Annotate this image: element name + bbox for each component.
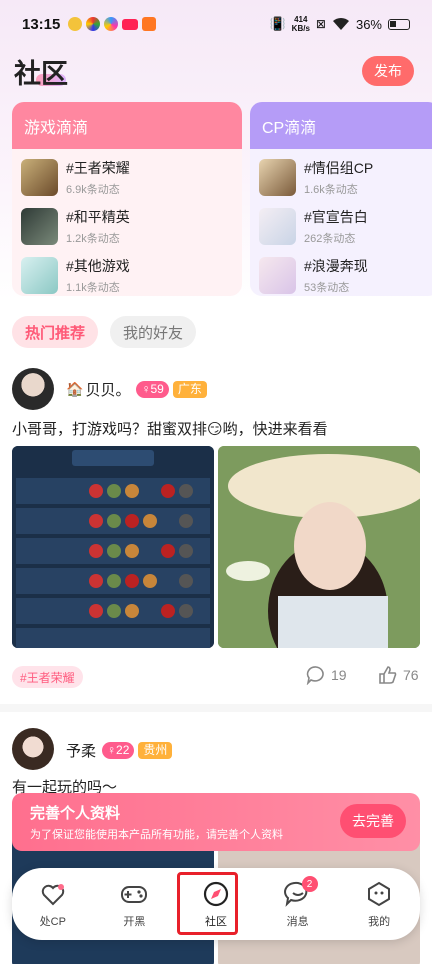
nav-item-team[interactable]: 开黑 bbox=[94, 868, 176, 940]
game-card-title[interactable]: 游戏滴滴 bbox=[12, 102, 242, 149]
level-badge: ♀59 bbox=[136, 381, 169, 398]
wifi-icon bbox=[332, 17, 349, 30]
topic-item[interactable]: #官宣告白 262条动态 bbox=[250, 202, 432, 251]
topic-thumbnail bbox=[259, 159, 296, 196]
game-stats-graphic bbox=[12, 446, 214, 648]
gamepad-icon bbox=[121, 886, 148, 903]
banner-title: 完善个人资料 bbox=[30, 805, 121, 822]
username[interactable]: 予柔 bbox=[66, 740, 96, 761]
avatar[interactable] bbox=[12, 728, 54, 770]
topic-item[interactable]: #王者荣耀 6.9k条动态 bbox=[12, 153, 242, 202]
post-image-game-stats[interactable] bbox=[12, 446, 214, 648]
post-divider bbox=[0, 704, 432, 712]
nav-item-messages[interactable]: 2 消息 bbox=[257, 868, 339, 940]
topic-count: 1.1k条动态 bbox=[66, 282, 120, 294]
app-notification-icon-3 bbox=[122, 18, 139, 30]
post-image-photo[interactable] bbox=[218, 446, 420, 648]
page-title: 社区 bbox=[14, 59, 68, 89]
topic-item[interactable]: #浪漫奔现 53条动态 bbox=[250, 251, 432, 296]
publish-button[interactable]: 发布 bbox=[362, 56, 414, 86]
sim-icon: ⊠ bbox=[315, 17, 326, 31]
topic-item[interactable]: #和平精英 1.2k条动态 bbox=[12, 202, 242, 251]
topic-name: #和平精英 bbox=[66, 209, 130, 225]
topic-thumbnail bbox=[21, 257, 58, 294]
heart-chat-icon bbox=[41, 884, 64, 906]
weather-icon bbox=[68, 17, 83, 31]
topic-tag[interactable]: #王者荣耀 bbox=[12, 666, 83, 688]
cp-card-title[interactable]: CP滴滴 bbox=[250, 102, 432, 149]
selection-highlight bbox=[177, 872, 238, 935]
comment-count[interactable]: 19 bbox=[306, 665, 347, 685]
banner-subtitle: 为了保证您能使用本产品所有功能，请完善个人资料 bbox=[30, 829, 283, 841]
level-badge: ♀22 bbox=[102, 742, 135, 759]
thumbs-up-icon bbox=[379, 666, 397, 684]
house-icon: 🏠 bbox=[66, 381, 84, 397]
complete-profile-banner[interactable]: 完善个人资料 为了保证您能使用本产品所有功能，请完善个人资料 去完善 bbox=[12, 793, 420, 851]
nav-item-profile[interactable]: 我的 bbox=[338, 868, 420, 940]
topic-name: #官宣告白 bbox=[304, 209, 368, 225]
page-header: 社区 发布 bbox=[0, 52, 432, 92]
topic-name: #浪漫奔现 bbox=[304, 258, 368, 274]
post-text[interactable]: 小哥哥，打游戏吗？甜蜜双排😏哟，快进来看看 bbox=[12, 418, 328, 439]
topic-thumbnail bbox=[21, 208, 58, 245]
app-notification-icon bbox=[86, 17, 101, 31]
topic-count: 1.6k条动态 bbox=[304, 184, 358, 196]
portrait-graphic bbox=[218, 446, 420, 648]
app-notification-icon-4 bbox=[142, 17, 157, 31]
net-speed: 414 KB/s bbox=[291, 15, 310, 33]
comment-icon bbox=[306, 666, 324, 685]
tab-hot[interactable]: 热门推荐 bbox=[12, 316, 99, 348]
topic-thumbnail bbox=[259, 257, 296, 294]
app-notification-icon-2 bbox=[104, 17, 119, 31]
avatar[interactable] bbox=[12, 368, 54, 410]
topic-count: 262条动态 bbox=[304, 233, 356, 245]
complete-profile-button[interactable]: 去完善 bbox=[340, 804, 406, 838]
topic-count: 6.9k条动态 bbox=[66, 184, 120, 196]
topic-thumbnail bbox=[21, 159, 58, 196]
status-bar: 13:15 📳 414 KB/s ⊠ 36% bbox=[0, 0, 432, 48]
topic-item[interactable]: #情侣组CP 1.6k条动态 bbox=[250, 153, 432, 202]
topic-name: #其他游戏 bbox=[66, 258, 130, 274]
feed-tabs: 热门推荐 我的好友 bbox=[12, 316, 197, 348]
vibrate-icon: 📳 bbox=[269, 16, 286, 31]
post-user[interactable]: 予柔 ♀22 贵州 bbox=[66, 740, 173, 761]
nav-item-cp[interactable]: 处CP bbox=[12, 868, 94, 940]
post-user[interactable]: 🏠 贝贝。 ♀59 广东 bbox=[66, 379, 207, 400]
topic-count: 53条动态 bbox=[304, 282, 350, 294]
city-badge: 贵州 bbox=[138, 742, 173, 759]
battery-icon bbox=[388, 18, 410, 30]
like-count[interactable]: 76 bbox=[378, 665, 419, 685]
username[interactable]: 贝贝。 bbox=[85, 379, 130, 400]
message-badge: 2 bbox=[301, 876, 318, 892]
cp-topic-card[interactable]: CP滴滴 #情侣组CP 1.6k条动态 #官宣告白 262条动态 #浪漫奔现 5… bbox=[250, 102, 432, 296]
topic-thumbnail bbox=[259, 208, 296, 245]
topic-name: #王者荣耀 bbox=[66, 160, 130, 176]
topic-name: #情侣组CP bbox=[304, 160, 374, 176]
tab-friends[interactable]: 我的好友 bbox=[110, 316, 197, 348]
profile-icon bbox=[368, 881, 391, 907]
battery-percent: 36% bbox=[355, 16, 382, 32]
topic-count: 1.2k条动态 bbox=[66, 233, 120, 245]
topic-item[interactable]: #其他游戏 1.1k条动态 bbox=[12, 251, 242, 296]
city-badge: 广东 bbox=[172, 381, 207, 398]
status-time: 13:15 bbox=[22, 15, 61, 33]
game-topic-card[interactable]: 游戏滴滴 #王者荣耀 6.9k条动态 #和平精英 1.2k条动态 #其他游戏 1… bbox=[12, 102, 242, 296]
